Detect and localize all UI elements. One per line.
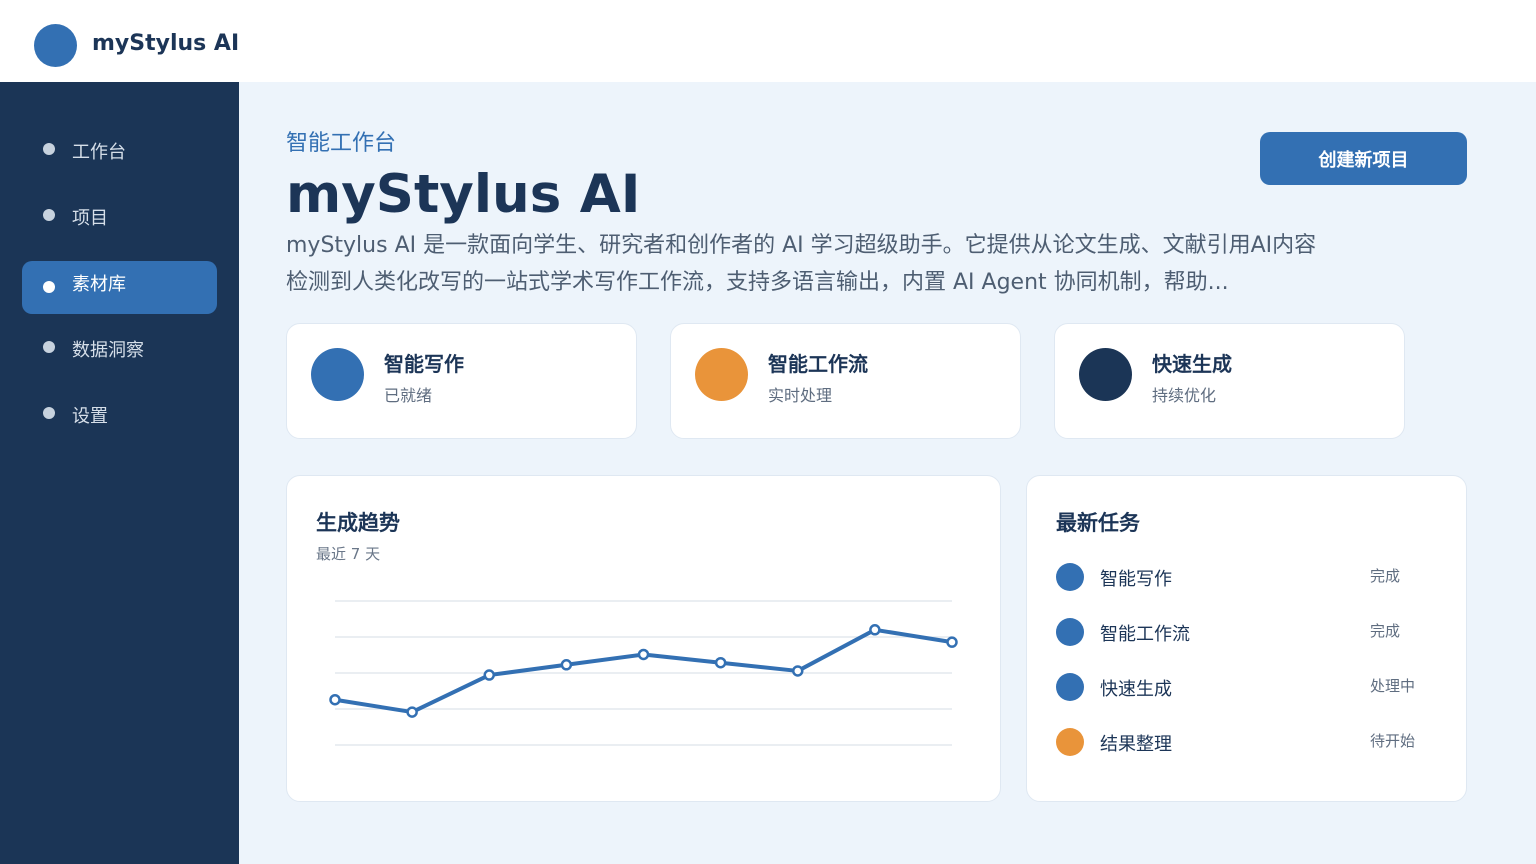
brand-name: myStylus AI: [92, 31, 240, 56]
task-status: 处理中: [1370, 677, 1416, 695]
stat-circle-icon: [1079, 348, 1132, 401]
trend-line-chart: [329, 600, 958, 746]
task-item[interactable]: 结果整理 待开始: [1056, 726, 1436, 758]
chart-data-point[interactable]: [792, 665, 804, 677]
sidebar-item-workbench[interactable]: 工作台: [22, 123, 217, 176]
tasks-panel: 最新任务 智能写作 完成 智能工作流 完成 快速生成 处理中 结果整理 待开始: [1026, 475, 1467, 802]
nav-bullet-icon: [43, 143, 55, 155]
stat-title: 智能工作流: [768, 352, 868, 376]
task-status-dot-icon: [1056, 673, 1084, 701]
stat-subtitle: 持续优化: [1152, 386, 1217, 405]
chart-data-point[interactable]: [637, 648, 650, 661]
sidebar-item-label: 素材库: [72, 274, 126, 295]
trend-panel: 生成趋势 最近 7 天: [286, 475, 1001, 802]
task-status-dot-icon: [1056, 563, 1084, 591]
stat-circle-icon: [695, 348, 748, 401]
nav-bullet-icon: [43, 341, 55, 353]
task-name: 智能写作: [1100, 569, 1172, 590]
nav-bullet-icon: [43, 209, 55, 221]
sidebar-item-label: 设置: [72, 406, 108, 427]
task-item[interactable]: 智能工作流 完成: [1056, 616, 1436, 648]
task-status-dot-icon: [1056, 618, 1084, 646]
sidebar-item-settings[interactable]: 设置: [22, 387, 217, 440]
nav-bullet-icon: [43, 281, 55, 293]
tasks-title: 最新任务: [1056, 511, 1140, 535]
stat-title: 智能写作: [384, 352, 464, 376]
sidebar-item-projects[interactable]: 项目: [22, 189, 217, 242]
nav-bullet-icon: [43, 407, 55, 419]
page-eyebrow: 智能工作台: [286, 131, 397, 156]
task-name: 快速生成: [1100, 679, 1172, 700]
task-item[interactable]: 智能写作 完成: [1056, 561, 1436, 593]
stat-subtitle: 已就绪: [384, 386, 433, 405]
logo-icon: [34, 24, 77, 67]
task-status: 完成: [1370, 567, 1401, 585]
task-status-dot-icon: [1056, 728, 1084, 756]
sidebar-item-label: 数据洞察: [72, 340, 144, 361]
stat-card-generation[interactable]: 快速生成 持续优化: [1054, 323, 1405, 439]
chart-data-point[interactable]: [406, 706, 418, 718]
chart-data-point[interactable]: [329, 693, 341, 706]
sidebar: 工作台 项目 素材库 数据洞察 设置: [0, 82, 239, 864]
stat-subtitle: 实时处理: [768, 386, 833, 405]
stat-title: 快速生成: [1152, 352, 1232, 376]
sidebar-item-label: 工作台: [72, 142, 126, 163]
page-title: myStylus AI: [286, 164, 641, 225]
sidebar-item-insights[interactable]: 数据洞察: [22, 321, 217, 374]
create-project-button[interactable]: 创建新项目: [1260, 132, 1467, 185]
sidebar-item-label: 项目: [72, 208, 108, 229]
sidebar-item-library[interactable]: 素材库: [22, 261, 217, 314]
stat-card-workflow[interactable]: 智能工作流 实时处理: [670, 323, 1021, 439]
stat-circle-icon: [311, 348, 364, 401]
task-name: 结果整理: [1100, 734, 1172, 755]
stat-card-writing[interactable]: 智能写作 已就绪: [286, 323, 637, 439]
page-description: myStylus AI 是一款面向学生、研究者和创作者的 AI 学习超级助手。它…: [286, 233, 1317, 295]
chart-data-point[interactable]: [714, 656, 727, 669]
chart-data-point[interactable]: [869, 624, 881, 636]
top-bar: myStylus AI: [0, 0, 1536, 82]
chart-data-point[interactable]: [946, 636, 958, 648]
chart-data-point[interactable]: [483, 669, 495, 681]
task-name: 智能工作流: [1100, 624, 1190, 645]
task-status: 待开始: [1370, 732, 1416, 750]
task-item[interactable]: 快速生成 处理中: [1056, 671, 1436, 703]
task-status: 完成: [1370, 622, 1401, 640]
chart-data-point[interactable]: [560, 659, 573, 671]
chart-series-line: [334, 627, 953, 715]
